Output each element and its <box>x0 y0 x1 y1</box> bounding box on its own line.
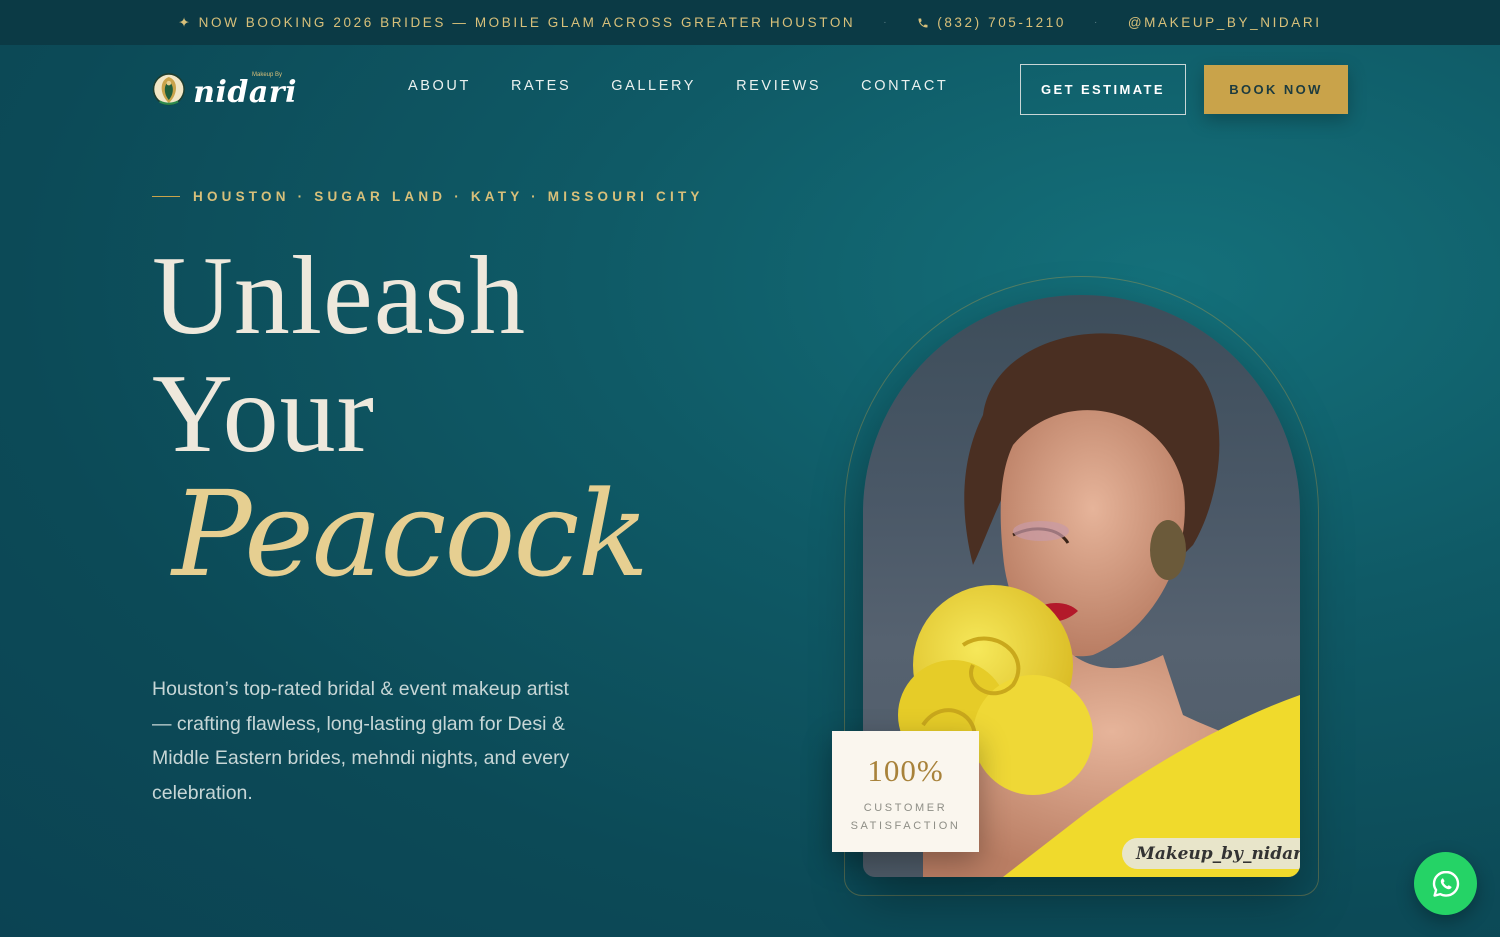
separator: · <box>883 17 890 28</box>
stat-value: 100% <box>867 753 944 788</box>
book-now-button[interactable]: BOOK NOW <box>1204 65 1348 114</box>
nav-rates[interactable]: RATES <box>511 78 571 94</box>
phone-icon <box>918 18 928 27</box>
announcement-bar: ✦ NOW BOOKING 2026 BRIDES — MOBILE GLAM … <box>0 0 1500 45</box>
nav-reviews[interactable]: REVIEWS <box>736 78 821 94</box>
phone-number: (832) 705-1210 <box>937 15 1066 30</box>
portrait-watermark: Makeup_by_nidari <box>1122 838 1300 869</box>
separator: · <box>1093 17 1100 28</box>
nav-gallery[interactable]: GALLERY <box>611 78 696 94</box>
hero-title-script: Peacock <box>172 465 649 603</box>
instagram-handle-link[interactable]: @MAKEUP_BY_NIDARI <box>1128 15 1322 30</box>
main-nav: ABOUT RATES GALLERY REVIEWS CONTACT <box>408 78 988 94</box>
booking-announcement: ✦ NOW BOOKING 2026 BRIDES — MOBILE GLAM … <box>178 14 856 30</box>
hero-title-line2: Your <box>152 352 375 476</box>
service-areas: HOUSTON · SUGAR LAND · KATY · MISSOURI C… <box>193 189 704 204</box>
logo-wordmark: nidari <box>193 74 297 110</box>
whatsapp-chat-button[interactable] <box>1414 852 1477 915</box>
service-area-eyebrow: HOUSTON · SUGAR LAND · KATY · MISSOURI C… <box>152 189 704 204</box>
hero-description: Houston’s top-rated bridal & event makeu… <box>152 678 570 804</box>
nav-about[interactable]: ABOUT <box>408 78 471 94</box>
nav-contact[interactable]: CONTACT <box>861 78 948 94</box>
eyebrow-divider <box>152 196 180 197</box>
satisfaction-stat-card: 100% CUSTOMER SATISFACTION <box>832 731 979 852</box>
whatsapp-icon <box>1432 870 1459 897</box>
site-logo[interactable]: Makeup By nidari <box>152 64 297 116</box>
stat-label: CUSTOMER SATISFACTION <box>850 802 961 832</box>
phone-link[interactable]: (832) 705-1210 <box>917 15 1066 30</box>
peacock-logo-icon <box>152 73 185 106</box>
get-estimate-button[interactable]: GET ESTIMATE <box>1020 64 1186 115</box>
hero-title-line1: Unleash <box>152 234 527 358</box>
